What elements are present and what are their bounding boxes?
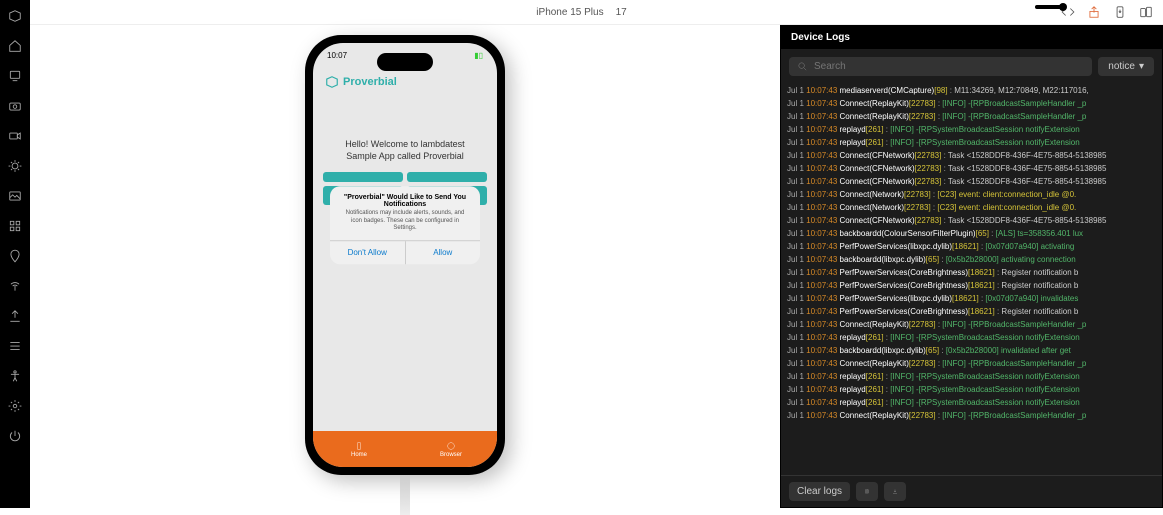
log-output[interactable]: Jul 1 10:07:43 mediaserverd(CMCapture)[9…	[781, 84, 1162, 475]
clear-logs-button[interactable]: Clear logs	[789, 482, 850, 501]
location-icon[interactable]	[7, 248, 23, 264]
image-icon[interactable]	[7, 188, 23, 204]
install-icon[interactable]	[1113, 5, 1127, 19]
sidebar	[0, 0, 30, 508]
bottom-home-label: Home	[351, 452, 367, 458]
video-icon[interactable]	[7, 128, 23, 144]
accessibility-icon[interactable]	[7, 368, 23, 384]
alert-body: Notifications may include alerts, sounds…	[330, 211, 480, 241]
filter-dropdown[interactable]: notice ▾	[1098, 57, 1154, 76]
battery-icon: ▮▯	[474, 51, 483, 65]
list-icon[interactable]	[7, 338, 23, 354]
upload-icon[interactable]	[7, 308, 23, 324]
search-icon	[797, 61, 808, 72]
device-name: iPhone 15 Plus	[536, 7, 603, 18]
app-btn-1[interactable]	[323, 172, 403, 182]
bottom-browser-label: Browser	[440, 452, 462, 458]
welcome-text: Hello! Welcome to lambdatest Sample App …	[313, 99, 497, 172]
notification-alert: "Proverbial" Would Like to Send You Noti…	[330, 187, 480, 265]
notch	[377, 53, 433, 71]
chevron-down-icon: ▾	[1139, 61, 1144, 72]
globe-icon	[446, 441, 456, 451]
bug-icon[interactable]	[7, 158, 23, 174]
status-time: 10:07	[327, 51, 347, 65]
topbar: iPhone 15 Plus 17	[30, 0, 1163, 25]
filter-label: notice	[1108, 61, 1135, 72]
settings-icon[interactable]	[7, 398, 23, 414]
alert-deny-button[interactable]: Don't Allow	[330, 241, 406, 264]
device-preview: 10:07 ▮▯ Proverbial Hello! Welcome to la…	[30, 25, 780, 508]
app-title: Proverbial	[343, 76, 397, 88]
switch-icon[interactable]	[1139, 5, 1153, 19]
logs-title: Device Logs	[781, 26, 1162, 49]
phone-icon	[354, 441, 364, 451]
search-box[interactable]	[789, 57, 1092, 76]
app-logo-icon	[325, 75, 339, 89]
os-version: 17	[616, 7, 627, 18]
phone-frame: 10:07 ▮▯ Proverbial Hello! Welcome to la…	[305, 35, 505, 475]
phone-screen[interactable]: 10:07 ▮▯ Proverbial Hello! Welcome to la…	[313, 43, 497, 467]
share-icon[interactable]	[1087, 5, 1101, 19]
power-icon[interactable]	[7, 428, 23, 444]
home-icon[interactable]	[7, 38, 23, 54]
app-btn-2[interactable]	[407, 172, 487, 182]
pause-icon[interactable]	[856, 482, 878, 501]
cable-icon	[400, 475, 410, 515]
logo-icon[interactable]	[7, 8, 23, 24]
bottom-browser[interactable]: Browser	[405, 431, 497, 467]
alert-allow-button[interactable]: Allow	[406, 241, 481, 264]
gallery-icon[interactable]	[7, 218, 23, 234]
camera-icon[interactable]	[7, 98, 23, 114]
device-icon[interactable]	[7, 68, 23, 84]
download-icon[interactable]	[884, 482, 906, 501]
bottom-home[interactable]: Home	[313, 431, 405, 467]
search-input[interactable]	[814, 61, 1084, 72]
logs-panel: Device Logs notice ▾ Jul 1 10:07:43 medi…	[780, 25, 1163, 508]
slider-icon[interactable]	[1035, 5, 1049, 19]
network-icon[interactable]	[7, 278, 23, 294]
alert-title: "Proverbial" Would Like to Send You Noti…	[330, 187, 480, 211]
